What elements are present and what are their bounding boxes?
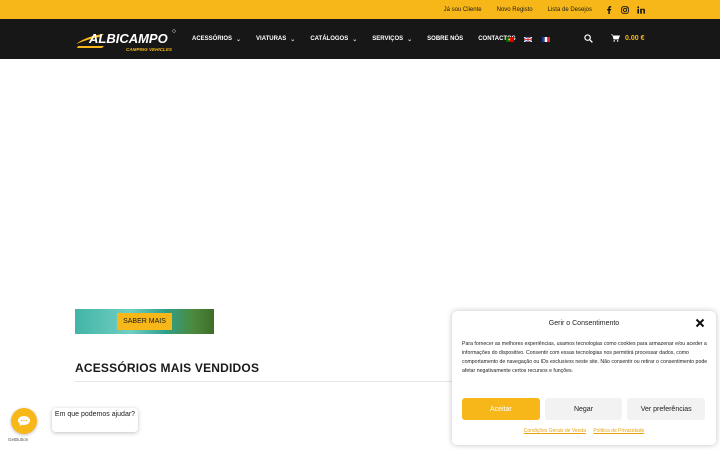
consent-actions: Aceitar Negar Ver preferências	[462, 398, 706, 420]
main-navbar: ALBICAMPO CAMPING VEHICLES Acessórios ⌄ V…	[0, 19, 720, 59]
menu-item-label: Serviços	[372, 36, 404, 42]
chevron-down-icon: ⌄	[352, 36, 358, 43]
france-flag-icon[interactable]	[542, 36, 550, 42]
chat-prompt-bubble[interactable]: Em que podemos ajudar?	[52, 408, 138, 432]
albicampo-logo[interactable]: ALBICAMPO CAMPING VEHICLES	[74, 27, 178, 53]
menu-item-servicos[interactable]: Serviços ⌄	[372, 36, 412, 43]
terms-of-sale-link[interactable]: Condições Gerais de Venda	[524, 428, 586, 434]
chevron-down-icon: ⌄	[407, 36, 413, 43]
linkedin-icon[interactable]	[637, 5, 645, 14]
menu-item-label: Viaturas	[256, 36, 287, 42]
account-links: Já sou Cliente Novo Registo Lista de Des…	[444, 0, 592, 19]
logo-wordmark: ALBICAMPO	[88, 31, 168, 46]
instagram-icon[interactable]	[621, 5, 629, 14]
main-menu: Acessórios ⌄ Viaturas ⌄ Catálogos ⌄ Serviço…	[192, 19, 531, 59]
getbutton-credit[interactable]: GetButton	[8, 437, 28, 442]
privacy-policy-link[interactable]: Política de Privacidade	[593, 428, 644, 434]
cart-total: 0.00 €	[625, 34, 645, 42]
language-switcher	[506, 19, 550, 59]
portugal-flag-icon[interactable]	[506, 36, 514, 42]
close-icon[interactable]	[695, 318, 705, 328]
learn-more-button[interactable]: SABER MAIS	[117, 313, 172, 330]
best-sellers-heading: ACESSÓRIOS MAIS VENDIDOS	[75, 361, 260, 375]
menu-item-catalogos[interactable]: Catálogos ⌄	[310, 36, 357, 43]
view-preferences-button[interactable]: Ver preferências	[627, 398, 706, 420]
social-links	[605, 0, 645, 19]
menu-item-label: Catálogos	[310, 36, 349, 42]
facebook-icon[interactable]	[605, 5, 613, 14]
menu-item-acessorios[interactable]: Acessórios ⌄	[192, 36, 241, 43]
uk-flag-icon[interactable]	[524, 36, 532, 42]
menu-item-label: Acessórios	[192, 36, 233, 42]
consent-title: Gerir o Consentimento	[548, 320, 620, 327]
menu-item-viaturas[interactable]: Viaturas ⌄	[256, 36, 295, 43]
accept-button[interactable]: Aceitar	[462, 398, 540, 420]
chevron-down-icon: ⌄	[236, 36, 242, 43]
existing-client-link[interactable]: Já sou Cliente	[444, 7, 482, 13]
chat-button[interactable]	[11, 408, 37, 434]
heading-divider	[75, 381, 455, 382]
promo-banner: SABER MAIS	[75, 309, 214, 334]
cookie-consent-dialog: Gerir o Consentimento Para fornecer as m…	[452, 311, 716, 445]
consent-body: Para fornecer as melhores experiências, …	[462, 341, 708, 374]
menu-item-label: Sobre Nós	[427, 36, 464, 42]
chat-bubble-icon	[18, 416, 30, 426]
shopping-cart-icon	[611, 34, 620, 42]
search-icon[interactable]	[584, 34, 593, 43]
new-registration-link[interactable]: Novo Registo	[497, 7, 533, 13]
top-bar: Já sou Cliente Novo Registo Lista de Des…	[0, 0, 720, 19]
chevron-down-icon: ⌄	[290, 36, 296, 43]
cart-button[interactable]: 0.00 €	[611, 32, 644, 44]
deny-button[interactable]: Negar	[544, 398, 623, 420]
chat-credit-label: GetButton	[8, 437, 29, 442]
wishlist-link[interactable]: Lista de Desejos	[548, 7, 592, 13]
consent-footer-links: Condições Gerais de Venda Política de Pr…	[452, 428, 716, 434]
menu-item-sobre-nos[interactable]: Sobre Nós	[427, 36, 463, 42]
logo-tagline: CAMPING VEHICLES	[126, 47, 173, 52]
